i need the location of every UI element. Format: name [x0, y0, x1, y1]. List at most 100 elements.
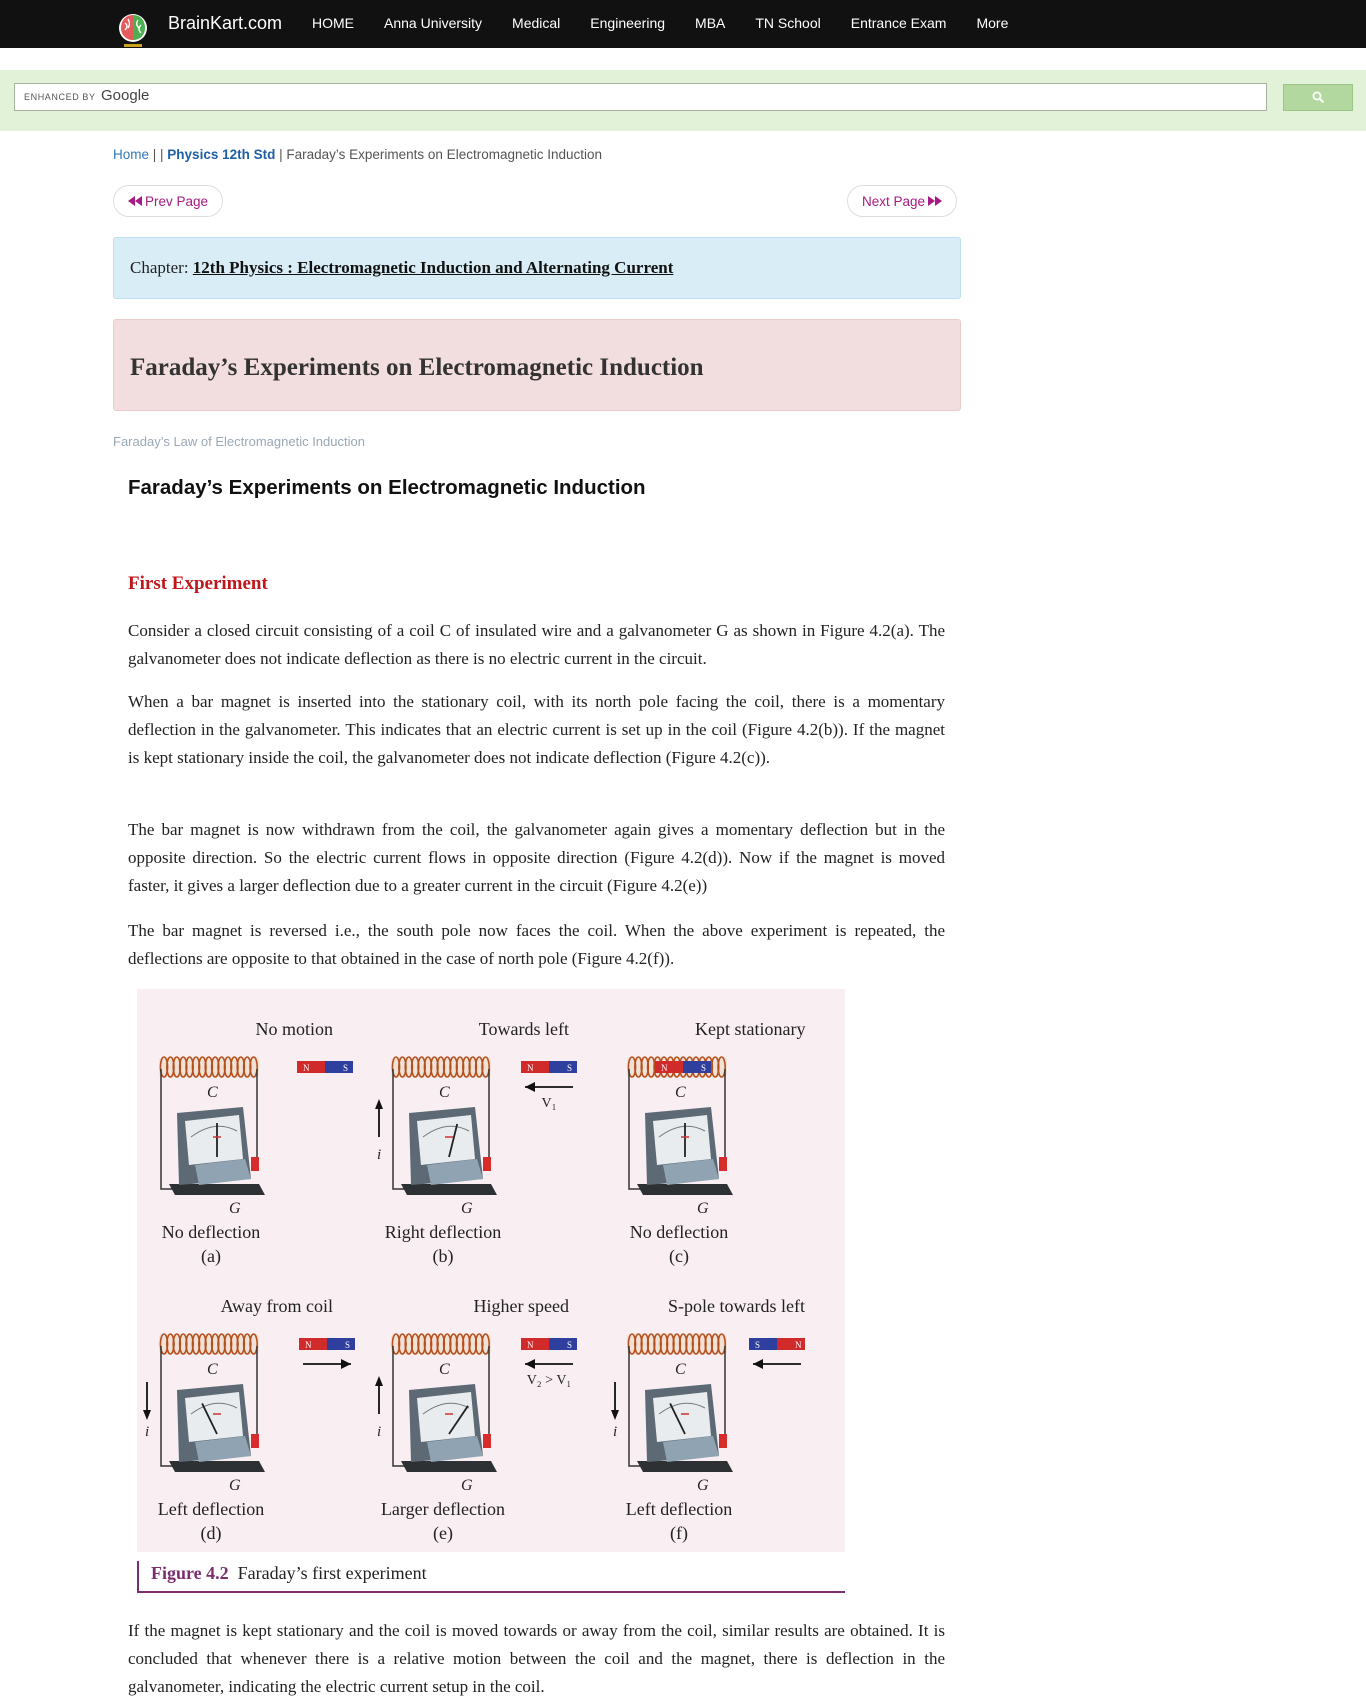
- next-page-button[interactable]: Next Page: [847, 185, 958, 217]
- motion-label: Away from coil: [221, 1296, 333, 1316]
- search-icon: [1312, 91, 1324, 104]
- coil-label: C: [675, 1361, 686, 1378]
- magnet-pole-label: S: [343, 1063, 348, 1073]
- breadcrumb-subject[interactable]: Physics 12th Std: [167, 147, 275, 162]
- galvanometer-label: G: [697, 1477, 709, 1494]
- article-title: Faraday’s Experiments on Electromagnetic…: [128, 476, 646, 499]
- magnet-pole-label: N: [661, 1063, 668, 1073]
- coil-label: C: [207, 1361, 218, 1378]
- motion-label: S-pole towards left: [668, 1296, 805, 1316]
- motion-label: No motion: [255, 1019, 333, 1039]
- breadcrumb-home[interactable]: Home: [113, 147, 149, 162]
- arrow-head-icon: [341, 1359, 351, 1369]
- brain-logo-icon[interactable]: [116, 11, 150, 51]
- nav-entrance-exam[interactable]: Entrance Exam: [836, 0, 962, 48]
- galvanometer-label: G: [229, 1200, 241, 1217]
- velocity-label: V₂ > V₁: [527, 1373, 572, 1388]
- galvanometer-icon: [637, 1107, 733, 1195]
- arrow-head-icon: [611, 1410, 619, 1420]
- paragraph-3: The bar magnet is now withdrawn from the…: [128, 820, 945, 895]
- arrow-head-icon: [375, 1376, 383, 1386]
- galvanometer-icon: [637, 1384, 733, 1472]
- paragraph-5: If the magnet is kept stationary and the…: [128, 1621, 945, 1696]
- galvanometer-label: G: [697, 1200, 709, 1217]
- magnet-pole-label: N: [527, 1340, 534, 1350]
- bar-magnet-icon: NS: [521, 1338, 577, 1350]
- nav-home[interactable]: HOME: [297, 0, 369, 48]
- nav-medical[interactable]: Medical: [497, 0, 575, 48]
- galvanometer-label: G: [229, 1477, 241, 1494]
- top-navbar: BrainKart.com HOME Anna University Medic…: [0, 0, 1366, 48]
- arrow-head-icon: [375, 1099, 383, 1109]
- bar-magnet-icon: SN: [749, 1338, 805, 1350]
- current-label: i: [377, 1424, 381, 1440]
- deflection-label: Larger deflection: [381, 1499, 505, 1519]
- magnet-pole-label: N: [303, 1063, 310, 1073]
- magnet-pole-label: N: [527, 1063, 534, 1073]
- panel-tag: (d): [201, 1523, 222, 1544]
- experiment-panel-b: Towards left C Gi N S V₁ Right deflection (b): [373, 989, 609, 1270]
- search-bar: ENHANCED BY Google: [0, 70, 1366, 131]
- motion-label: Kept stationary: [695, 1019, 805, 1039]
- panel-tag: (e): [433, 1523, 453, 1544]
- current-label: i: [377, 1147, 381, 1163]
- current-label: i: [613, 1424, 617, 1440]
- wire: [251, 1346, 258, 1443]
- deflection-label: No deflection: [162, 1222, 260, 1242]
- site-name[interactable]: BrainKart.com: [168, 13, 282, 34]
- prev-page-button[interactable]: Prev Page: [113, 185, 224, 217]
- deflection-label: No deflection: [630, 1222, 728, 1242]
- coil-label: C: [439, 1361, 450, 1378]
- experiment-panel-f: S-pole towards left C Gi S N Left deflection(…: [609, 1266, 845, 1547]
- figure-label: Figure 4.2: [151, 1563, 229, 1583]
- main-menu: HOME Anna University Medical Engineering…: [297, 0, 1023, 48]
- paragraph-1: Consider a closed circuit consisting of …: [128, 621, 945, 668]
- bar-magnet-icon: NS: [297, 1061, 353, 1073]
- motion-label: Towards left: [479, 1019, 569, 1039]
- galvanometer-label: G: [461, 1477, 473, 1494]
- coil-icon: [159, 1333, 259, 1355]
- experiment-panel-a: No motion C G N S No deflection (a): [137, 989, 373, 1270]
- figure-caption-text: Faraday’s first experiment: [237, 1563, 427, 1583]
- bar-magnet-icon: NS: [655, 1061, 711, 1073]
- velocity-label: V₁: [542, 1096, 557, 1111]
- galvanometer-icon: [169, 1107, 265, 1195]
- page-title: Faraday’s Experiments on Electromagnetic…: [130, 354, 704, 381]
- wire: [483, 1346, 490, 1443]
- magnet-pole-label: S: [567, 1340, 572, 1350]
- nav-engineering[interactable]: Engineering: [575, 0, 680, 48]
- panel-tag: (a): [201, 1246, 221, 1267]
- paragraph-4: The bar magnet is reversed i.e., the sou…: [128, 921, 945, 968]
- deflection-label: Left deflection: [158, 1499, 264, 1519]
- deflection-label: Left deflection: [626, 1499, 732, 1519]
- nav-more[interactable]: More: [961, 0, 1023, 48]
- magnet-pole-label: S: [701, 1063, 706, 1073]
- chapter-prefix: Chapter:: [130, 258, 193, 277]
- double-chevron-left-icon: [128, 196, 142, 206]
- coil-label: C: [439, 1084, 450, 1101]
- related-topic-link[interactable]: Faraday’s Law of Electromagnetic Inducti…: [113, 434, 365, 449]
- figure-caption: Figure 4.2 Faraday’s first experiment: [137, 1561, 845, 1593]
- breadcrumb: Home | | Physics 12th Std | Faraday’s Ex…: [113, 147, 602, 162]
- wire: [719, 1346, 726, 1443]
- search-input[interactable]: ENHANCED BY Google: [14, 83, 1267, 111]
- nav-anna-university[interactable]: Anna University: [369, 0, 497, 48]
- search-button[interactable]: [1283, 84, 1353, 111]
- chapter-link[interactable]: 12th Physics : Electromagnetic Induction…: [193, 258, 674, 277]
- deflection-label: Right deflection: [385, 1222, 501, 1242]
- double-chevron-right-icon: [928, 196, 943, 206]
- nav-mba[interactable]: MBA: [680, 0, 740, 48]
- coil-icon: [627, 1333, 727, 1355]
- magnet-pole-label: N: [795, 1340, 802, 1350]
- coil-icon: [391, 1333, 491, 1355]
- current-label: i: [145, 1424, 149, 1440]
- coil-label: C: [207, 1084, 218, 1101]
- bar-magnet-icon: NS: [521, 1061, 577, 1073]
- experiment-panel-e: Higher speed C Gi N S V₂ > V₁ Larger deflectio…: [373, 1266, 609, 1547]
- galvanometer-icon: [401, 1384, 497, 1472]
- section-heading: First Experiment: [128, 573, 268, 594]
- panel-tag: (b): [433, 1246, 454, 1267]
- chapter-box: Chapter: 12th Physics : Electromagnetic …: [113, 237, 961, 299]
- motion-label: Higher speed: [474, 1296, 569, 1316]
- nav-tn-school[interactable]: TN School: [740, 0, 835, 48]
